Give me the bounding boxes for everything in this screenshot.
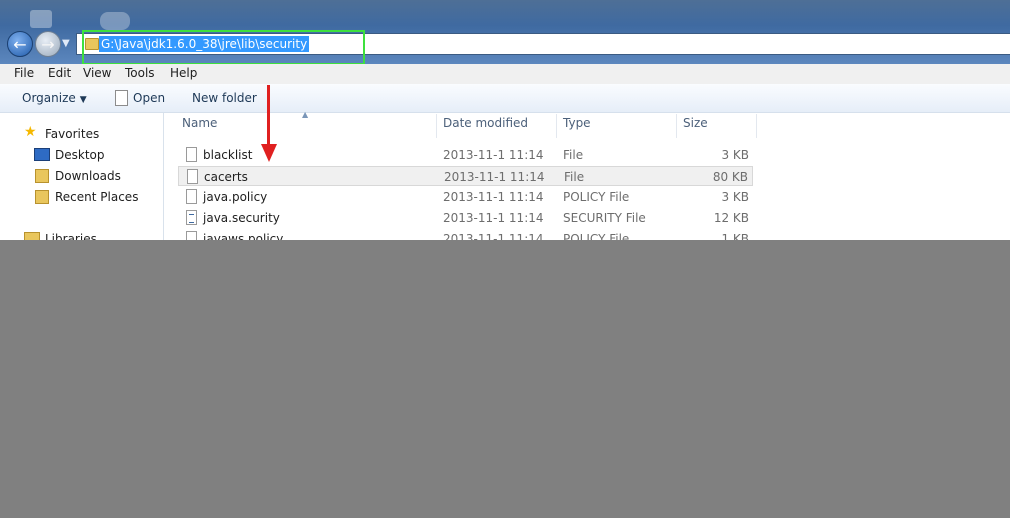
highlight-box [82, 30, 365, 65]
window-icon [30, 10, 52, 28]
column-header-name[interactable]: Name [182, 116, 217, 130]
organize-label: Organize [22, 91, 76, 105]
file-row-selected[interactable]: cacerts 2013-11-1 11:14 File 80 KB [178, 166, 753, 186]
column-divider[interactable] [676, 114, 677, 138]
title-glyph [100, 12, 130, 30]
file-type: File [564, 170, 585, 184]
open-button[interactable]: Open [133, 91, 165, 105]
file-size: 3 KB [721, 190, 749, 204]
forward-button[interactable]: → [35, 31, 61, 57]
file-icon [186, 147, 197, 162]
file-date: 2013-11-1 11:14 [444, 170, 545, 184]
file-name: cacerts [204, 170, 248, 184]
menu-help[interactable]: Help [170, 66, 197, 80]
menu-bar: File Edit View Tools Help [0, 64, 1010, 85]
explorer-window: ← → ▼ G:\Java\jdk1.6.0_38\jre\lib\securi… [0, 0, 1010, 256]
column-divider[interactable] [556, 114, 557, 138]
file-size: 12 KB [713, 211, 749, 225]
menu-file[interactable]: File [14, 66, 34, 80]
menu-edit[interactable]: Edit [48, 66, 71, 80]
file-row[interactable]: java.policy 2013-11-1 11:14 POLICY File … [178, 187, 753, 207]
file-date: 2013-11-1 11:14 [443, 190, 544, 204]
file-date: 2013-11-1 11:14 [443, 148, 544, 162]
star-icon: ★ [24, 124, 37, 140]
file-size: 3 KB [721, 148, 749, 162]
arrow-down-icon [261, 144, 277, 162]
nav-favorites[interactable]: Favorites [45, 127, 99, 141]
command-bar: Organize ▼ Open New folder [0, 84, 1010, 113]
menu-tools[interactable]: Tools [125, 66, 155, 80]
nav-item-downloads[interactable]: Downloads [55, 169, 121, 183]
column-header-date[interactable]: Date modified [443, 116, 528, 130]
column-header-type[interactable]: Type [563, 116, 591, 130]
new-folder-button[interactable]: New folder [192, 91, 257, 105]
file-type: File [563, 148, 584, 162]
annotation-arrow [267, 85, 270, 147]
history-dropdown-icon[interactable]: ▼ [62, 38, 70, 49]
file-icon [115, 90, 128, 106]
file-row[interactable]: java.security 2013-11-1 11:14 SECURITY F… [178, 208, 753, 228]
column-divider[interactable] [756, 114, 757, 138]
file-size: 80 KB [712, 170, 748, 184]
sort-ascending-icon: ▲ [302, 110, 309, 119]
title-bar: ← → ▼ G:\Java\jdk1.6.0_38\jre\lib\securi… [0, 0, 1010, 65]
blank-area [0, 240, 1010, 518]
menu-view[interactable]: View [83, 66, 111, 80]
recent-places-icon [35, 190, 49, 204]
nav-item-recent-places[interactable]: Recent Places [55, 190, 138, 204]
file-icon [187, 169, 198, 184]
back-button[interactable]: ← [7, 31, 33, 57]
column-header-size[interactable]: Size [683, 116, 708, 130]
column-divider[interactable] [436, 114, 437, 138]
chevron-down-icon: ▼ [79, 95, 87, 105]
file-type: SECURITY File [563, 211, 646, 225]
downloads-folder-icon [35, 169, 49, 183]
security-file-icon [186, 210, 197, 225]
file-type: POLICY File [563, 190, 630, 204]
desktop-icon [34, 148, 50, 161]
nav-item-desktop[interactable]: Desktop [55, 148, 105, 162]
file-icon [186, 189, 197, 204]
file-date: 2013-11-1 11:14 [443, 211, 544, 225]
file-name: blacklist [203, 148, 253, 162]
file-name: java.security [203, 211, 280, 225]
file-name: java.policy [203, 190, 268, 204]
organize-button[interactable]: Organize ▼ [22, 91, 87, 105]
